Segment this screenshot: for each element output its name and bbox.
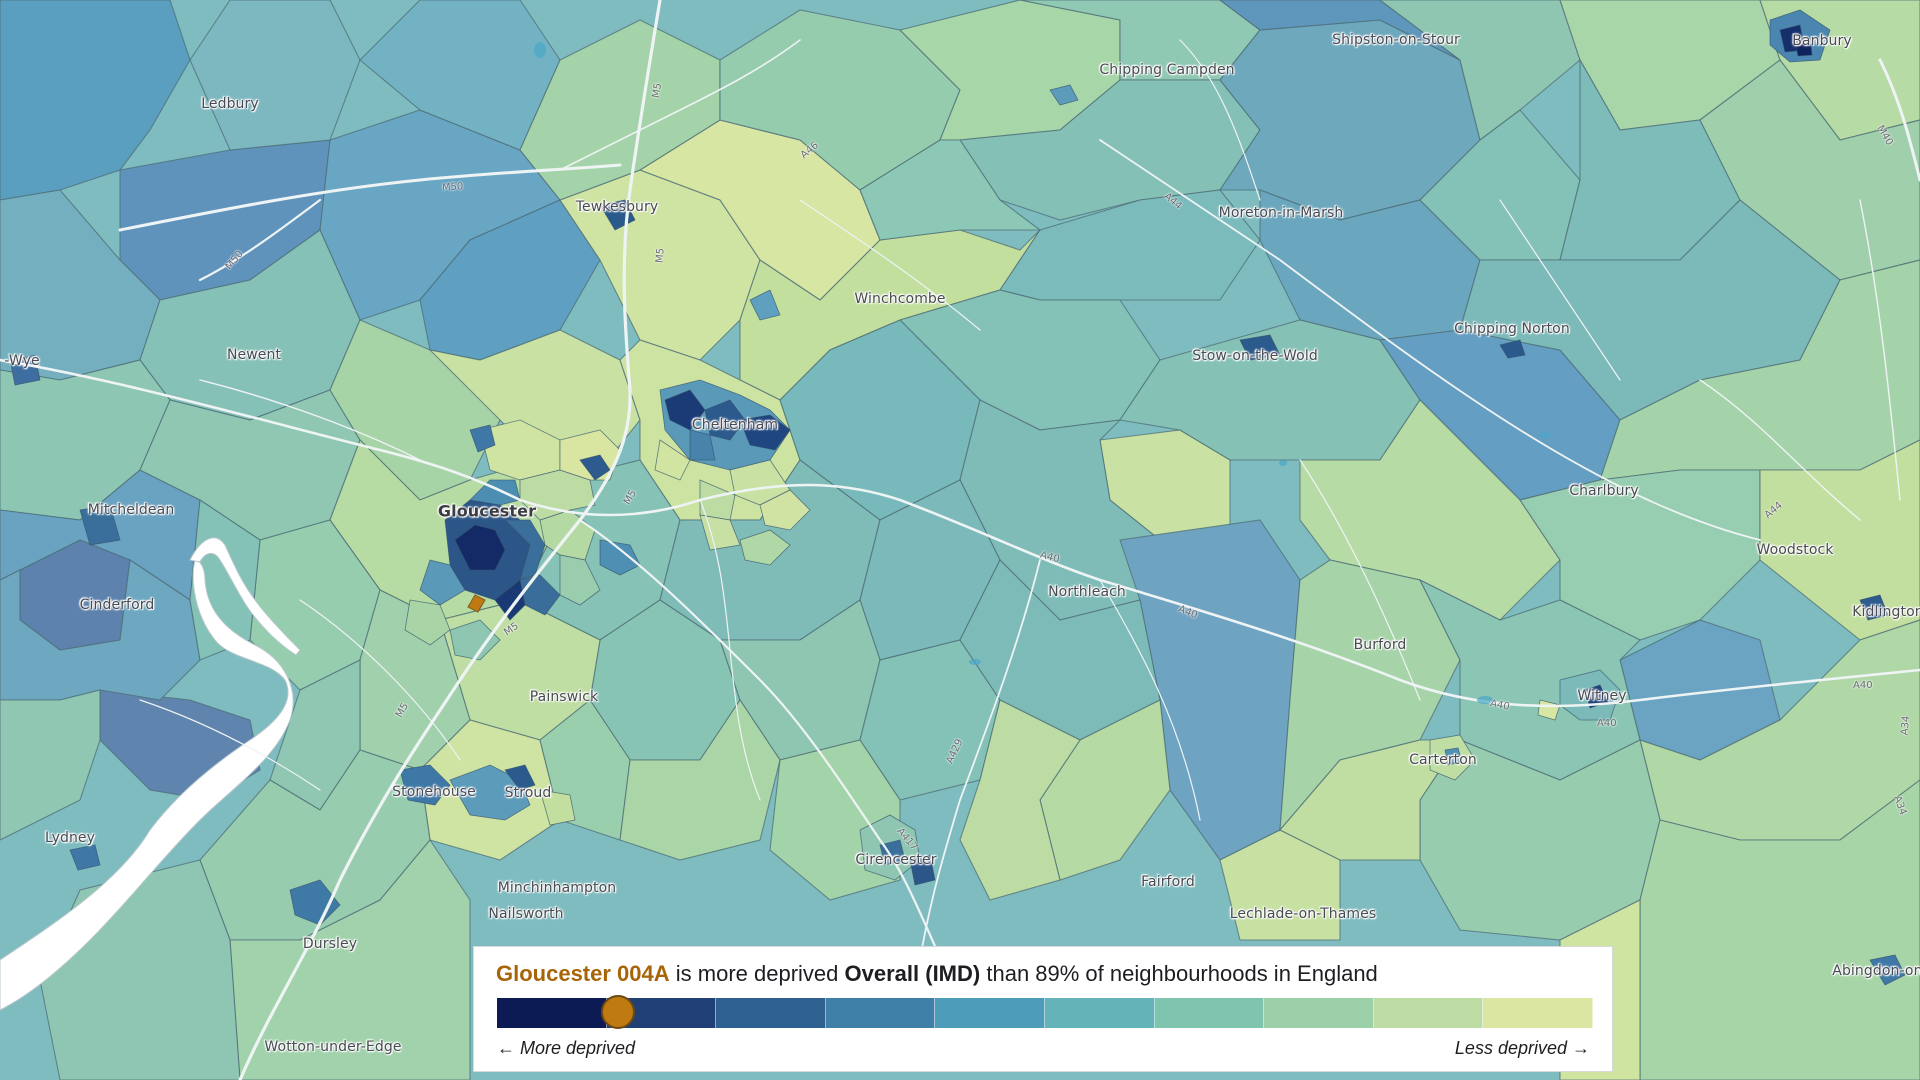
place-label-cirencester[interactable]: Cirencester	[855, 852, 936, 868]
decile-segment-3	[716, 998, 826, 1028]
road-label-a34: A34	[1899, 715, 1913, 736]
decile-segment-5	[935, 998, 1045, 1028]
place-label-shipston-on-stour[interactable]: Shipston-on-Stour	[1332, 32, 1460, 48]
place-label-nailsworth[interactable]: Nailsworth	[488, 906, 563, 922]
place-label-charlbury[interactable]: Charlbury	[1569, 483, 1639, 499]
decile-segment-4	[825, 998, 936, 1028]
place-label-chipping-campden[interactable]: Chipping Campden	[1099, 62, 1234, 78]
less-deprived-label: Less deprived →	[1454, 1038, 1590, 1058]
place-label-fairford[interactable]: Fairford	[1141, 874, 1195, 890]
place-label-witney[interactable]: Witney	[1577, 688, 1626, 704]
deprivation-map[interactable]	[0, 0, 1920, 1080]
road-label-m50-east: M50	[441, 181, 464, 194]
place-label-winchcombe[interactable]: Winchcombe	[854, 291, 945, 307]
place-label-minchinhampton[interactable]: Minchinhampton	[498, 880, 616, 896]
deprivation-measure-selector[interactable]: Overall (IMD)	[845, 961, 981, 986]
place-label-stow-on-the-wold[interactable]: Stow-on-the-Wold	[1192, 348, 1318, 364]
place-label-abingdon[interactable]: Abingdon-on-	[1832, 963, 1920, 979]
legend-text-before: is more deprived	[675, 961, 839, 986]
legend-headline: Gloucester 004A is more deprived Overall…	[496, 961, 1378, 987]
place-label-wotton-under-edge[interactable]: Wotton-under-Edge	[264, 1039, 401, 1055]
place-label-dursley[interactable]: Dursley	[303, 936, 357, 952]
decile-segment-1	[497, 998, 607, 1028]
road-label-a40-witney: A40	[1597, 718, 1617, 729]
place-label-kidlington[interactable]: Kidlington	[1852, 604, 1920, 620]
selected-area-marker[interactable]	[600, 995, 635, 1029]
decile-segment-9	[1373, 998, 1484, 1028]
place-label-burford[interactable]: Burford	[1354, 637, 1407, 653]
place-label-wye[interactable]: -Wye	[4, 353, 39, 369]
place-label-newent[interactable]: Newent	[227, 347, 281, 363]
place-label-stroud[interactable]: Stroud	[505, 785, 552, 801]
deprivation-legend-panel: Gloucester 004A is more deprived Overall…	[473, 946, 1613, 1072]
place-label-stonehouse[interactable]: Stonehouse	[392, 784, 476, 800]
place-label-gloucester[interactable]: Gloucester	[438, 502, 536, 521]
place-label-lechlade-on-thames[interactable]: Lechlade-on-Thames	[1230, 906, 1377, 922]
place-label-woodstock[interactable]: Woodstock	[1756, 542, 1833, 558]
place-label-cheltenham[interactable]: Cheltenham	[692, 417, 778, 433]
decile-segment-7	[1154, 998, 1265, 1028]
place-label-moreton-in-marsh[interactable]: Moreton-in-Marsh	[1219, 205, 1344, 221]
place-label-lydney[interactable]: Lydney	[45, 830, 95, 846]
decile-color-bar	[497, 995, 1593, 1029]
place-label-chipping-norton[interactable]: Chipping Norton	[1454, 321, 1570, 337]
place-label-carterton[interactable]: Carterton	[1409, 752, 1477, 768]
place-label-tewkesbury[interactable]: Tewkesbury	[576, 199, 659, 215]
legend-text-after: than 89% of neighbourhoods in England	[986, 961, 1378, 986]
decile-segment-8	[1264, 998, 1374, 1028]
place-label-banbury[interactable]: Banbury	[1792, 33, 1852, 49]
decile-segment-6	[1044, 998, 1155, 1028]
road-label-m5-tewkesbury: M5	[654, 247, 667, 264]
place-label-mitcheldean[interactable]: Mitcheldean	[88, 502, 175, 518]
place-label-northleach[interactable]: Northleach	[1048, 584, 1126, 600]
road-label-a40-kidlington: A40	[1853, 680, 1873, 691]
place-label-ledbury[interactable]: Ledbury	[201, 96, 259, 112]
place-label-painswick[interactable]: Painswick	[530, 689, 599, 705]
place-label-cinderford[interactable]: Cinderford	[80, 597, 155, 613]
decile-segment-10	[1483, 998, 1593, 1028]
more-deprived-label: ← More deprived	[497, 1038, 636, 1058]
selected-area-name[interactable]: Gloucester 004A	[496, 961, 670, 986]
